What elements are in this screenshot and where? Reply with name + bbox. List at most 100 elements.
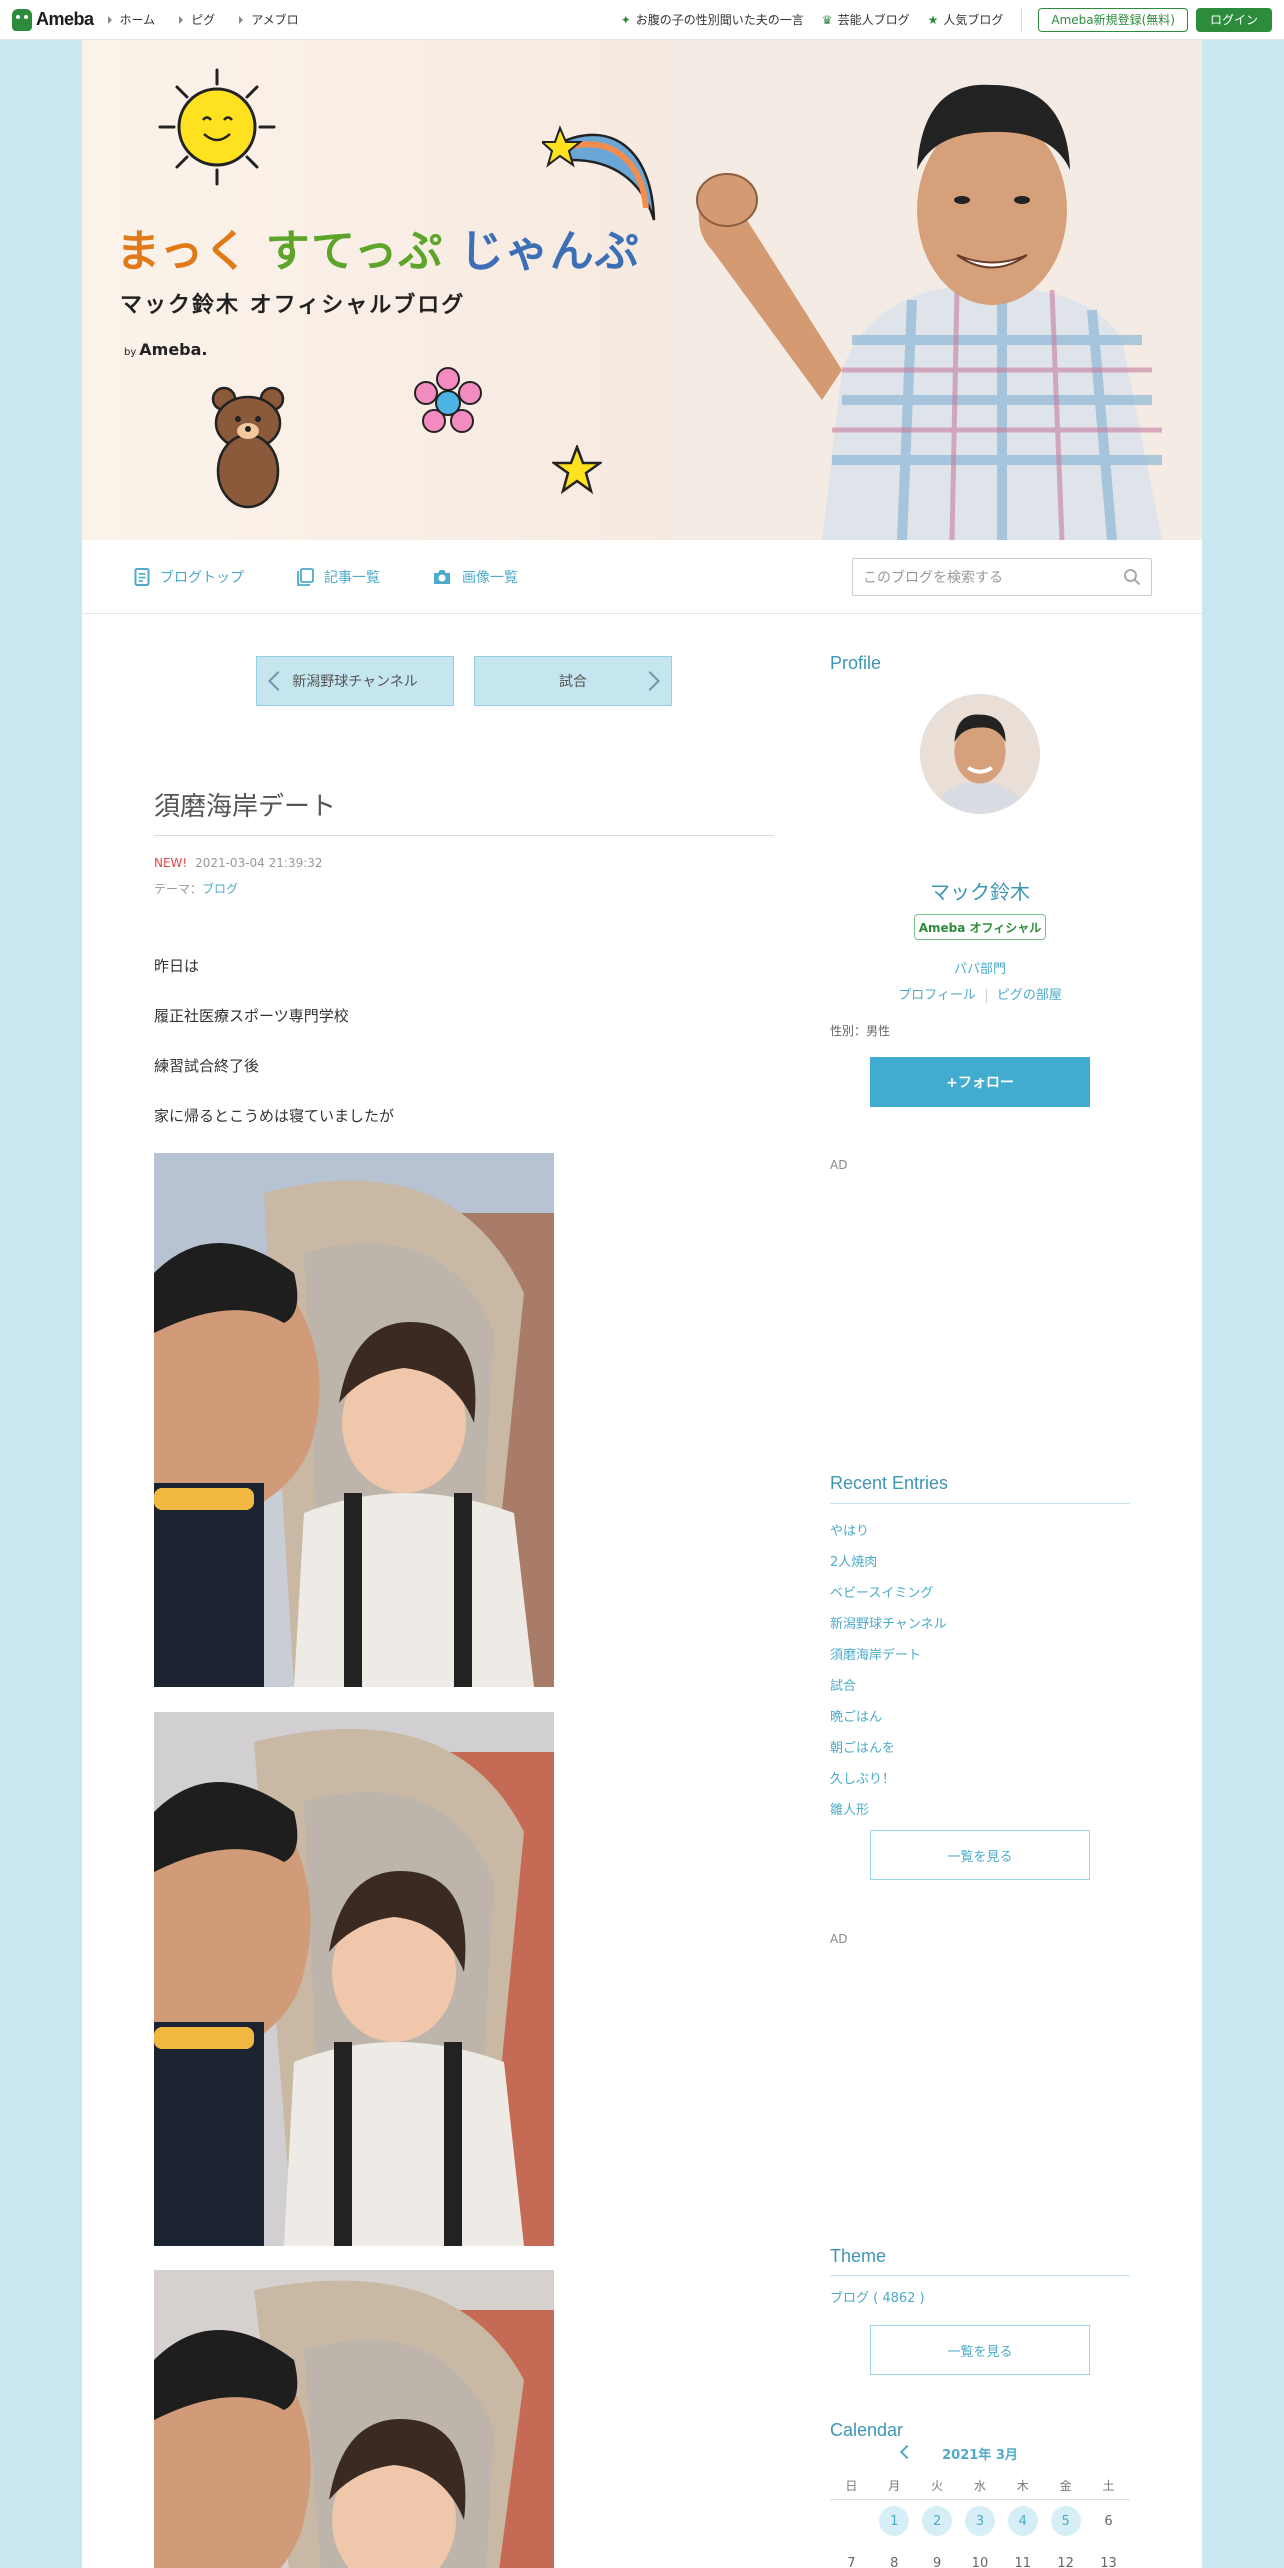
search-icon[interactable] xyxy=(1123,568,1141,586)
theme-heading: Theme xyxy=(830,2246,887,2266)
calendar-day: 13 xyxy=(1100,2555,1117,2568)
global-nav-home[interactable]: ホーム xyxy=(107,11,155,28)
calendar-day-with-post[interactable]: 4 xyxy=(1001,2506,1044,2536)
ad-label: AD xyxy=(830,1158,848,1172)
global-nav-pigg[interactable]: ピグ xyxy=(179,11,215,28)
recent-entry-link[interactable]: ベビースイミング xyxy=(830,1578,947,1609)
bear-illustration xyxy=(211,386,285,509)
weekday-label: 金 xyxy=(1059,2479,1072,2493)
article-meta: NEW! 2021-03-04 21:39:32 xyxy=(154,856,323,870)
article-photo[interactable] xyxy=(154,2270,554,2568)
ameba-logo[interactable]: Ameba xyxy=(12,0,94,40)
blog-nav-top[interactable]: ブログトップ xyxy=(134,567,244,587)
global-nav-ameblo[interactable]: アメブロ xyxy=(239,11,299,28)
blog-nav-images[interactable]: 画像一覧 xyxy=(432,567,518,587)
calendar-week-row: 7 8 9 10 11 12 13 xyxy=(830,2542,1130,2568)
crown-icon: ♛ xyxy=(821,12,833,27)
profile-heading: Profile xyxy=(830,653,882,673)
calendar-day-with-post[interactable]: 3 xyxy=(959,2506,1002,2536)
flower-illustration xyxy=(414,367,482,433)
recent-entry-link[interactable]: やはり xyxy=(830,1516,947,1547)
weekday-label: 火 xyxy=(931,2479,944,2493)
recent-entry-link[interactable]: 須磨海岸デート xyxy=(830,1640,947,1671)
calendar-day: 8 xyxy=(890,2555,899,2568)
theme-see-all-button[interactable]: 一覧を見る xyxy=(870,2325,1090,2375)
article-photo[interactable] xyxy=(154,1153,554,1687)
article-theme: テーマ：ブログ xyxy=(154,882,239,896)
theme-link[interactable]: ブログ ( 4862 ) xyxy=(830,2287,925,2306)
follow-button[interactable]: +フォロー xyxy=(870,1057,1090,1107)
recent-entry-link[interactable]: 新潟野球チャンネル xyxy=(830,1609,947,1640)
article-title[interactable]: 須磨海岸デート xyxy=(154,786,336,823)
blog-banner[interactable]: まっく すてっぷ じゃんぷ マック鈴木 オフィシャルブログ by Ameba. xyxy=(82,40,1202,540)
blogger-photo xyxy=(672,40,1202,540)
header-link-popular-blog[interactable]: ★ 人気ブログ xyxy=(928,11,1004,28)
caret-right-icon xyxy=(239,15,244,24)
calendar-day: 6 xyxy=(1104,2513,1113,2529)
calendar-day-with-post[interactable]: 2 xyxy=(916,2506,959,2536)
pig-room-link[interactable]: ピグの部屋 xyxy=(997,988,1062,1003)
recent-see-all-button[interactable]: 一覧を見る xyxy=(870,1830,1090,1880)
comet-illustration xyxy=(542,125,656,221)
profile-gender: 性別：男性 xyxy=(830,1024,891,1038)
banner-title: まっく すてっぷ じゃんぷ xyxy=(116,226,640,277)
article-paragraph: 家に帰るとこうめは寝ていましたが xyxy=(154,1107,395,1125)
header-link-topic[interactable]: ✦ お腹の子の性別聞いた夫の一言 xyxy=(621,11,804,28)
profile-category-link[interactable]: パパ部門 xyxy=(830,958,1130,977)
article-photo[interactable] xyxy=(154,1712,554,2246)
star-icon: ★ xyxy=(927,12,939,27)
calendar-weekday-row: 日 月 火 水 木 金 土 xyxy=(830,2472,1130,2500)
heading-divider xyxy=(830,2275,1130,2276)
weekday-label: 月 xyxy=(888,2479,901,2493)
title-divider xyxy=(154,835,774,836)
prev-article-button[interactable]: 新潟野球チャンネル xyxy=(256,656,454,706)
profile-avatar[interactable] xyxy=(920,694,1040,814)
recent-entry-link[interactable]: 朝ごはんを xyxy=(830,1733,947,1764)
recent-entry-link[interactable]: 2人焼肉 xyxy=(830,1547,947,1578)
next-article-button[interactable]: 試合 xyxy=(474,656,672,706)
recent-entry-link[interactable]: 試合 xyxy=(830,1671,947,1702)
calendar-day-with-post[interactable]: 5 xyxy=(1044,2506,1087,2536)
official-badge: Ameba オフィシャル xyxy=(914,914,1046,940)
blog-nav-entries[interactable]: 記事一覧 xyxy=(296,567,380,587)
blog-search-placeholder: このブログを検索する xyxy=(863,570,1003,586)
calendar-day: 9 xyxy=(932,2555,942,2568)
banner-subtitle: マック鈴木 オフィシャルブログ xyxy=(120,293,466,318)
document-icon xyxy=(134,567,150,586)
chevron-left-icon xyxy=(268,671,288,691)
blog-nav: ブログトップ 記事一覧 画像一覧 このブログを検索する xyxy=(82,540,1202,614)
weekday-label: 木 xyxy=(1016,2479,1029,2493)
recent-entries-list: やはり 2人焼肉 ベビースイミング 新潟野球チャンネル 須磨海岸デート 試合 晩… xyxy=(830,1516,947,1826)
calendar-day: 11 xyxy=(1014,2555,1032,2568)
recent-entry-link[interactable]: 雛人形 xyxy=(830,1795,947,1826)
header-divider xyxy=(1021,7,1023,32)
article-pager: 新潟野球チャンネル 試合 xyxy=(256,656,672,706)
profile-link[interactable]: プロフィール xyxy=(898,988,976,1003)
header-link-celebrity-blog[interactable]: ♛ 芸能人ブログ xyxy=(822,11,910,28)
recent-entry-link[interactable]: 晩ごはん xyxy=(830,1702,947,1733)
article-theme-link[interactable]: ブログ xyxy=(202,882,238,896)
caret-right-icon xyxy=(179,15,184,24)
calendar-day-with-post[interactable]: 1 xyxy=(873,2506,916,2536)
recent-entries-heading: Recent Entries xyxy=(830,1473,949,1493)
profile-links: プロフィール ピグの部屋 xyxy=(830,984,1130,1003)
banner-by-ameba: by Ameba. xyxy=(124,340,208,359)
ad-label: AD xyxy=(830,1932,848,1946)
weekday-label: 水 xyxy=(973,2479,986,2493)
article-paragraph: 履正社医療スポーツ専門学校 xyxy=(154,1007,349,1025)
register-button[interactable]: Ameba新規登録(無料) xyxy=(1038,7,1188,32)
blog-search-input[interactable]: このブログを検索する xyxy=(852,558,1152,596)
profile-name[interactable]: マック鈴木 xyxy=(830,876,1130,905)
weekday-label: 土 xyxy=(1102,2479,1115,2493)
login-button[interactable]: ログイン xyxy=(1195,7,1272,32)
calendar-day: 12 xyxy=(1057,2555,1074,2568)
calendar-day: 7 xyxy=(847,2555,856,2568)
article-paragraph: 昨日は xyxy=(154,957,200,975)
recent-entry-link[interactable]: 久しぶり！ xyxy=(830,1764,947,1795)
article-datetime: 2021-03-04 21:39:32 xyxy=(195,856,323,870)
ameba-logo-text: Ameba xyxy=(36,9,94,29)
calendar-month: 2021年 3月 xyxy=(942,2448,1018,2463)
new-badge: NEW! xyxy=(154,856,188,870)
calendar-heading: Calendar xyxy=(830,2420,904,2440)
global-nav: ホーム ピグ アメブロ xyxy=(107,11,323,28)
